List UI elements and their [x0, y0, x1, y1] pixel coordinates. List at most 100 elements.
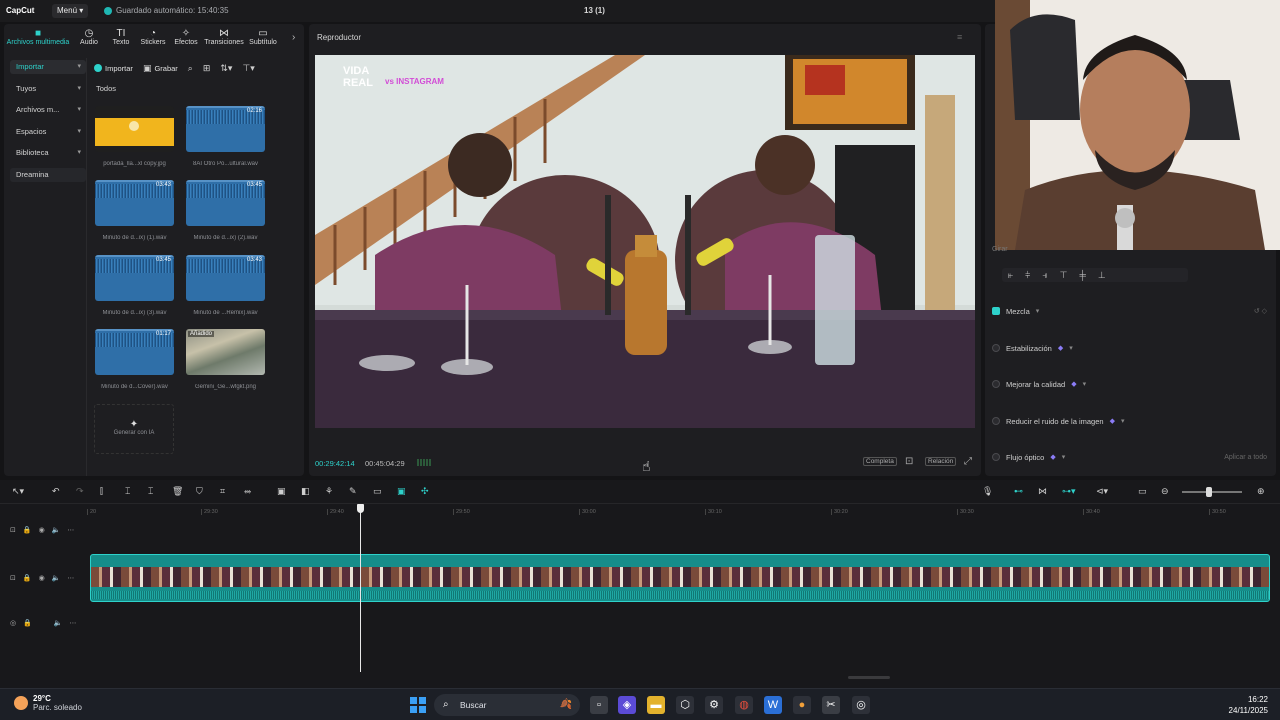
align-middle-icon[interactable]: ╪: [1080, 270, 1086, 280]
media-item-audio[interactable]: 02:16: [186, 106, 265, 152]
prop-estabilizacion[interactable]: Estabilización ◆ ▾: [992, 337, 1267, 359]
lock-icon[interactable]: 🔒: [23, 619, 32, 627]
sidebar-item-importar[interactable]: Importar ▾: [10, 60, 86, 74]
split-right-icon[interactable]: ⌶: [148, 486, 153, 497]
checkbox[interactable]: [992, 380, 1000, 388]
mirror-icon[interactable]: ◧: [301, 486, 310, 497]
capcut-icon[interactable]: ✂: [822, 696, 840, 714]
align-right-icon[interactable]: ⫣: [1042, 270, 1047, 281]
search-icon[interactable]: ⌕: [188, 63, 193, 74]
prop-flujo-optico[interactable]: Flujo óptico ◆ ▾ Aplicar a todo: [992, 446, 1267, 468]
split-left-icon[interactable]: ⌶: [125, 486, 130, 497]
ratio-button[interactable]: Relación: [925, 457, 957, 466]
checkbox[interactable]: [992, 453, 1000, 461]
windows-start-icon[interactable]: [410, 697, 426, 713]
chevron-right-icon[interactable]: ›: [292, 32, 295, 43]
settings-icon[interactable]: ⚙: [705, 696, 723, 714]
preview-axis-icon[interactable]: ⊶▾: [1062, 486, 1076, 497]
media-item-audio[interactable]: 01:17: [95, 329, 174, 375]
media-item-audio[interactable]: 03:45: [95, 255, 174, 301]
obs-icon[interactable]: ◎: [852, 696, 870, 714]
eye-icon[interactable]: ◉: [39, 574, 45, 582]
sidebar-item-tuyos[interactable]: Tuyos ▾: [10, 82, 86, 96]
task-view-icon[interactable]: ▫: [590, 696, 608, 714]
eye-icon[interactable]: ◉: [39, 526, 45, 534]
zoom-slider-handle[interactable]: [1206, 487, 1212, 497]
file-explorer-icon[interactable]: ▬: [647, 696, 665, 714]
import-button[interactable]: Importar: [94, 64, 133, 73]
zoom-slider[interactable]: [1182, 491, 1242, 493]
subtitle-icon[interactable]: ▭: [373, 486, 382, 497]
checkbox[interactable]: [992, 344, 1000, 352]
align-left-icon[interactable]: ⫦: [1008, 270, 1013, 281]
magic-icon[interactable]: ✎: [349, 486, 357, 497]
sidebar-item-biblioteca[interactable]: Biblioteca ▾: [10, 146, 86, 160]
prop-mezcla[interactable]: Mezcla ▾ ↺ ◇: [992, 300, 1267, 322]
snap-icon[interactable]: ⋈: [1038, 486, 1047, 497]
more-icon[interactable]: ⋯: [67, 574, 74, 582]
reset-keyframe-icons[interactable]: ↺ ◇: [1254, 307, 1267, 315]
prop-reducir-ruido[interactable]: Reducir el ruido de la imagen ◆ ▾: [992, 410, 1267, 432]
delete-icon[interactable]: 🗑: [172, 486, 183, 497]
redo-icon[interactable]: ↷: [76, 486, 84, 497]
record-button[interactable]: ▣ Grabar: [143, 63, 178, 74]
sidebar-item-espacios[interactable]: Espacios ▾: [10, 125, 86, 139]
cover-icon[interactable]: ⊡: [10, 574, 16, 582]
fit-icon[interactable]: ⊡: [905, 456, 913, 467]
align-bottom-icon[interactable]: ⊥: [1098, 270, 1106, 281]
generate-ai-button[interactable]: ✦ Generar con IA: [94, 404, 174, 454]
view-icon[interactable]: ⊲▾: [1096, 486, 1108, 497]
record-icon[interactable]: ◎: [10, 619, 16, 627]
align-top-icon[interactable]: ⊤: [1060, 270, 1068, 281]
prop-mejorar-calidad[interactable]: Mejorar la calidad ◆ ▾: [992, 373, 1267, 395]
horizontal-scrollbar[interactable]: [848, 676, 890, 679]
weather-widget[interactable]: 29°C Parc. soleado: [14, 694, 82, 712]
checkbox[interactable]: [992, 307, 1000, 315]
tab-audio[interactable]: ◷ Audio: [72, 24, 106, 54]
tab-transiciones[interactable]: ⋈ Transiciones: [202, 24, 246, 54]
zoom-out-icon[interactable]: ⊖: [1161, 486, 1169, 497]
microphone-icon[interactable]: 🎙: [982, 486, 993, 497]
audio-icon[interactable]: 🔈: [52, 574, 61, 582]
checkbox[interactable]: [992, 417, 1000, 425]
app-icon[interactable]: ⬡: [676, 696, 694, 714]
more-icon[interactable]: ⋯: [67, 526, 74, 534]
cover-icon[interactable]: ⊡: [10, 526, 16, 534]
screen-icon[interactable]: ▭: [1138, 486, 1147, 497]
zoom-in-icon[interactable]: ⊕: [1257, 486, 1265, 497]
media-item-audio[interactable]: 03:45: [186, 180, 265, 226]
video-clip[interactable]: [90, 554, 1270, 602]
split-icon[interactable]: ⫿: [100, 486, 103, 497]
crop-icon[interactable]: ⌗: [220, 486, 225, 497]
link-icon[interactable]: ⊷: [1014, 486, 1023, 497]
speed-icon[interactable]: ⥈: [244, 486, 251, 497]
align-center-icon[interactable]: ⫩: [1025, 270, 1030, 281]
playhead[interactable]: [360, 506, 361, 672]
sort-icon[interactable]: ⇅▾: [220, 63, 232, 74]
menu-icon[interactable]: ≡: [957, 32, 962, 42]
lock-icon[interactable]: 🔒: [23, 526, 32, 534]
video-preview[interactable]: VIDA REAL vs INSTAGRAM: [315, 55, 975, 428]
audio-icon[interactable]: 🔈: [52, 526, 61, 534]
tab-stickers[interactable]: ◔ Stickers: [136, 24, 170, 54]
tab-subtitulo[interactable]: ▭ Subtítulo: [246, 24, 280, 54]
freeze-icon[interactable]: ▣: [277, 486, 286, 497]
undo-icon[interactable]: ↶: [52, 486, 60, 497]
audio-icon[interactable]: 🔈: [54, 619, 63, 627]
copilot-icon[interactable]: ◈: [618, 696, 636, 714]
chrome-icon[interactable]: ◍: [735, 696, 753, 714]
select-tool-icon[interactable]: ↖▾: [12, 486, 24, 497]
smart-icon[interactable]: ▣: [397, 486, 406, 497]
media-item-audio[interactable]: 03:43: [186, 255, 265, 301]
grid-icon[interactable]: ⊞: [203, 63, 211, 74]
sidebar-item-dreamina[interactable]: Dreamina: [10, 167, 86, 182]
auto-reframe-icon[interactable]: ⚘: [325, 486, 333, 497]
playhead-handle[interactable]: [357, 504, 364, 513]
media-item-audio[interactable]: 03:43: [95, 180, 174, 226]
tab-texto[interactable]: TI Texto: [106, 24, 136, 54]
taskbar-search[interactable]: ⌕ Buscar 🍂: [434, 694, 580, 716]
tab-efectos[interactable]: ✧ Efectos: [170, 24, 202, 54]
apply-all-button[interactable]: Aplicar a todo: [1224, 454, 1267, 461]
timeline-ruler[interactable]: 20 29:30 29:40 29:50 30:00 30:10 30:20 3…: [86, 504, 1280, 518]
media-item-gemini-image[interactable]: Añadido: [186, 329, 265, 375]
